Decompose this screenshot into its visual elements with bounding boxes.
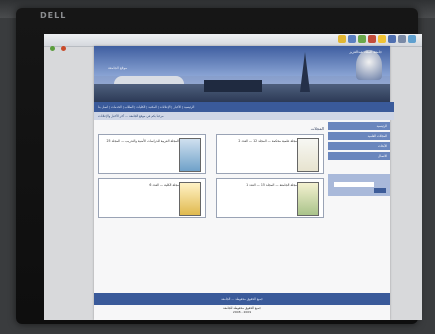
monitor-bezel: DELL جامعة الملك عبدالعزيز موقع الجامعة … xyxy=(16,8,422,324)
monitor-brand-label: DELL xyxy=(40,11,67,20)
journal-cover[interactable] xyxy=(297,182,319,216)
journal-card[interactable]: مجلة علمية محكمة — المجلد 12 — العدد 2 xyxy=(216,134,324,174)
news-ticker[interactable]: مرحبا بكم في موقع الجامعة — آخر الأخبار … xyxy=(94,112,394,120)
favorites-icon[interactable] xyxy=(348,35,356,43)
journal-title[interactable]: مجلة الكلية — العدد 6 xyxy=(103,183,179,188)
search-input[interactable] xyxy=(334,182,374,187)
journal-cover[interactable] xyxy=(179,138,201,172)
help-icon[interactable] xyxy=(408,35,416,43)
banner-sky xyxy=(94,46,390,76)
forward-button-icon[interactable] xyxy=(61,46,67,51)
university-logo[interactable] xyxy=(356,50,382,80)
search-button[interactable] xyxy=(374,188,386,193)
sidebar-link[interactable]: الاتصال xyxy=(328,152,390,160)
web-page: جامعة الملك عبدالعزيز موقع الجامعة الرئي… xyxy=(94,46,394,320)
university-name: جامعة الملك عبدالعزيز xyxy=(349,50,382,54)
screen: جامعة الملك عبدالعزيز موقع الجامعة الرئي… xyxy=(44,34,422,320)
content-area: المجلات مجلة علمية محكمة — المجلد 12 — ا… xyxy=(98,122,324,282)
sidebar: الرئيسية المجلات العلمية الأبحاث الاتصال xyxy=(328,122,390,242)
section-title: المجلات xyxy=(310,126,324,131)
mail-icon[interactable] xyxy=(368,35,376,43)
banner-building xyxy=(204,80,262,92)
journal-card[interactable]: مجلة الكلية — العدد 6 xyxy=(98,178,206,218)
journal-card[interactable]: المجلة العربية للدراسات الأمنية والتدريب… xyxy=(98,134,206,174)
tools-icon[interactable] xyxy=(398,35,406,43)
back-button-icon[interactable] xyxy=(50,46,55,51)
banner-subtitle: موقع الجامعة xyxy=(108,66,128,70)
banner-hall-roof xyxy=(114,76,184,84)
sidebar-link[interactable]: الرئيسية xyxy=(328,122,390,130)
home-icon[interactable] xyxy=(338,35,346,43)
footer-bar: جميع الحقوق محفوظة — الجامعة xyxy=(94,293,390,305)
journal-card[interactable]: مجلة الجامعة — المجلد 15 — العدد 1 xyxy=(216,178,324,218)
main-navigation[interactable]: الرئيسية | الأخبار | الإعلانات | المكتبة… xyxy=(94,102,394,112)
sidebar-search-box xyxy=(328,174,390,196)
journal-cover[interactable] xyxy=(179,182,201,216)
journal-title[interactable]: المجلة العربية للدراسات الأمنية والتدريب… xyxy=(103,139,179,144)
copyright-years: 2008 - 2009 xyxy=(232,310,252,314)
sidebar-link[interactable]: الأبحاث xyxy=(328,142,390,150)
copyright: جميع الحقوق محفوظة للجامعة 2008 - 2009 xyxy=(94,306,390,314)
journal-title[interactable]: مجلة علمية محكمة — المجلد 12 — العدد 2 xyxy=(221,139,297,144)
history-icon[interactable] xyxy=(358,35,366,43)
browser-nav-buttons[interactable] xyxy=(50,36,70,51)
journal-cover[interactable] xyxy=(297,138,319,172)
banner-tower xyxy=(300,52,310,92)
toolbar-icons xyxy=(338,35,416,45)
site-banner: جامعة الملك عبدالعزيز موقع الجامعة xyxy=(94,46,390,102)
print-icon[interactable] xyxy=(388,35,396,43)
journal-title[interactable]: مجلة الجامعة — المجلد 15 — العدد 1 xyxy=(221,183,297,188)
sidebar-link[interactable]: المجلات العلمية xyxy=(328,132,390,140)
star-icon[interactable] xyxy=(378,35,386,43)
